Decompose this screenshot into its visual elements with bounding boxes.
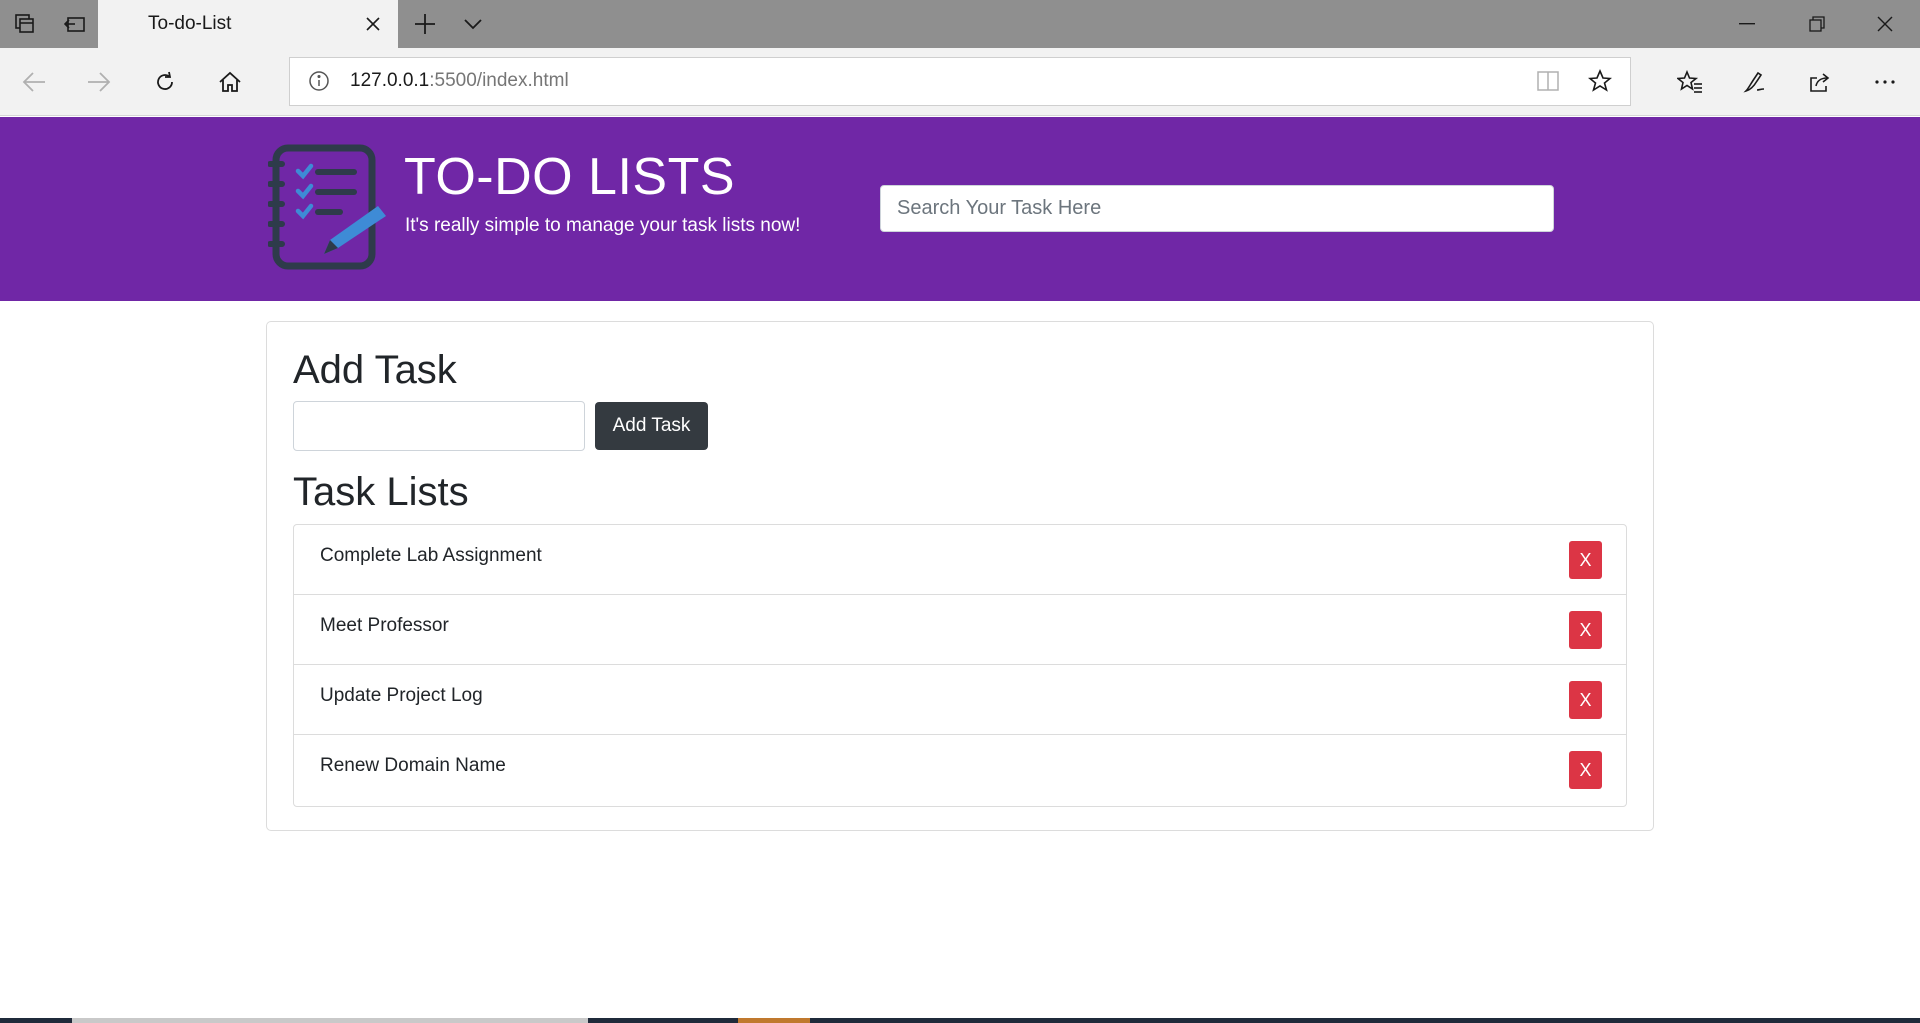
taskbar-active-segment — [738, 1018, 810, 1023]
search-input[interactable] — [880, 185, 1554, 232]
restore-icon[interactable] — [1782, 0, 1852, 48]
delete-task-button[interactable]: X — [1569, 681, 1602, 719]
delete-task-button[interactable]: X — [1569, 541, 1602, 579]
list-item: Complete Lab Assignment X — [294, 525, 1626, 595]
plus-icon[interactable] — [400, 0, 450, 48]
task-label: Meet Professor — [320, 615, 449, 636]
task-lists-heading: Task Lists — [293, 470, 469, 514]
forward-arrow-icon[interactable] — [75, 58, 123, 106]
list-item: Update Project Log X — [294, 665, 1626, 735]
delete-task-button[interactable]: X — [1569, 611, 1602, 649]
task-label: Renew Domain Name — [320, 755, 506, 776]
taskbar-segment — [72, 1018, 588, 1023]
favorites-hub-icon[interactable] — [1666, 58, 1714, 106]
page-subtitle: It's really simple to manage your task l… — [405, 215, 801, 236]
minimize-icon[interactable] — [1712, 0, 1782, 48]
list-item: Renew Domain Name X — [294, 735, 1626, 805]
main-card: Add Task Add Task Task Lists Complete La… — [266, 321, 1654, 831]
set-aside-tabs-icon[interactable] — [50, 0, 100, 48]
refresh-icon[interactable] — [141, 58, 189, 106]
url-host: 127.0.0.1 — [350, 70, 430, 91]
address-bar: 127.0.0.1:5500/index.html — [0, 48, 1920, 116]
add-task-button[interactable]: Add Task — [595, 402, 708, 450]
chevron-down-icon[interactable] — [448, 0, 498, 48]
tab-active[interactable]: To-do-List — [98, 0, 398, 48]
close-window-icon[interactable] — [1850, 0, 1920, 48]
taskbar-strip — [0, 1018, 1920, 1023]
favorite-star-icon[interactable] — [1587, 68, 1613, 98]
delete-task-button[interactable]: X — [1569, 751, 1602, 789]
pen-notes-icon[interactable] — [1731, 58, 1779, 106]
info-icon[interactable] — [308, 70, 330, 97]
task-label: Complete Lab Assignment — [320, 545, 542, 566]
tab-actions-icon[interactable] — [0, 0, 50, 48]
tab-title: To-do-List — [148, 13, 232, 34]
share-icon[interactable] — [1796, 58, 1844, 106]
task-list: Complete Lab Assignment X Meet Professor… — [293, 524, 1627, 807]
close-tab-icon[interactable] — [358, 9, 388, 39]
page-title: TO-DO LISTS — [404, 148, 736, 206]
page-header: TO-DO LISTS It's really simple to manage… — [0, 117, 1920, 301]
reading-view-icon[interactable] — [1536, 70, 1560, 97]
more-options-icon[interactable] — [1861, 58, 1909, 106]
task-input[interactable] — [293, 401, 585, 451]
home-icon[interactable] — [206, 58, 254, 106]
checklist-notebook-icon — [267, 144, 388, 275]
url-text: 127.0.0.1:5500/index.html — [350, 70, 569, 92]
task-label: Update Project Log — [320, 685, 483, 706]
add-task-heading: Add Task — [293, 348, 457, 392]
list-item: Meet Professor X — [294, 595, 1626, 665]
back-arrow-icon[interactable] — [10, 58, 58, 106]
url-path: :5500/index.html — [429, 70, 569, 91]
tab-bar: To-do-List — [0, 0, 1920, 48]
url-field[interactable]: 127.0.0.1:5500/index.html — [289, 57, 1631, 106]
